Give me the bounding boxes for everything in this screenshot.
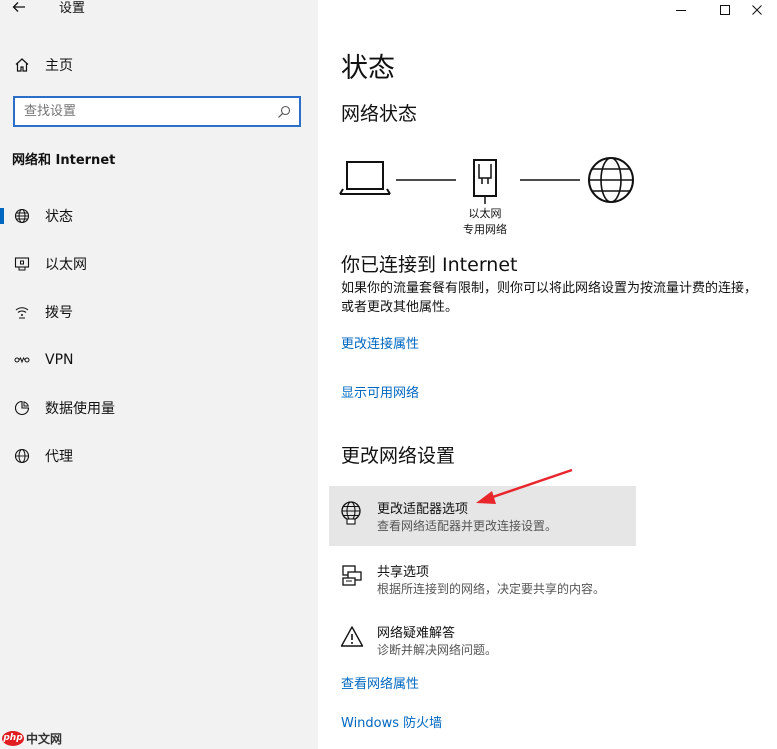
ethernet-port-icon: [473, 159, 497, 204]
adapter-caption-line2: 专用网络: [463, 223, 507, 236]
annotation-arrow-icon: [476, 468, 573, 504]
network-troubleshooter[interactable]: 网络疑难解答 诊断并解决网络问题。: [329, 610, 636, 670]
watermark-badge: php: [2, 731, 24, 746]
sidebar-item-label: 拨号: [45, 305, 73, 321]
option-description: 根据所连接到的网络，决定要共享的内容。: [377, 582, 606, 596]
change-connection-properties-link[interactable]: 更改连接属性: [341, 333, 419, 352]
option-title: 更改适配器选项: [377, 502, 469, 517]
sidebar-item-label: 状态: [45, 209, 73, 225]
windows-firewall-link[interactable]: Windows 防火墙: [341, 712, 442, 731]
sidebar-item-label: 代理: [45, 449, 73, 465]
sidebar-item-data-usage[interactable]: 数据使用量: [0, 392, 318, 424]
page-title: 状态: [341, 53, 395, 84]
main-content: 状态 网络状态 以太网 专用网络 你已连接到 Internet 如果你的流量套餐…: [318, 0, 777, 749]
view-network-properties-link[interactable]: 查看网络属性: [341, 673, 419, 692]
close-button[interactable]: [734, 0, 777, 20]
globe-icon: [13, 207, 31, 225]
vpn-icon: [13, 351, 31, 369]
sidebar-item-dialup[interactable]: 拨号: [0, 296, 318, 328]
connected-description: 如果你的流量套餐有限制，则你可以将此网络设置为按流量计费的连接，或者更改其他属性…: [341, 281, 758, 315]
sidebar-item-label: 数据使用量: [45, 401, 115, 417]
watermark: php 中文网: [2, 729, 84, 748]
minimize-button[interactable]: [658, 0, 704, 20]
sidebar-item-label: VPN: [45, 352, 74, 368]
adapter-globe-icon: [339, 500, 365, 526]
search-input[interactable]: [15, 98, 265, 125]
search-box[interactable]: [13, 96, 301, 127]
change-settings-heading: 更改网络设置: [341, 445, 456, 467]
sidebar-item-label: 以太网: [45, 257, 87, 273]
minimize-icon: [676, 10, 686, 11]
data-usage-icon: [13, 399, 31, 417]
option-title: 网络疑难解答: [377, 626, 456, 641]
dialup-icon: [13, 303, 31, 321]
adapter-caption-line1: 以太网: [468, 207, 502, 220]
home-label: 主页: [45, 58, 73, 74]
sharing-icon: [339, 563, 365, 589]
sidebar-item-ethernet[interactable]: 以太网: [0, 248, 318, 280]
close-icon: [752, 5, 762, 15]
proxy-globe-icon: [13, 447, 31, 465]
show-available-networks-link[interactable]: 显示可用网络: [341, 382, 419, 401]
network-status-heading: 网络状态: [341, 103, 418, 125]
sidebar-item-vpn[interactable]: VPN: [0, 344, 318, 376]
option-description: 诊断并解决网络问题。: [377, 643, 498, 657]
connected-heading: 你已连接到 Internet: [341, 254, 518, 276]
sidebar: 设置 主页 网络和 Internet 状态 以太网 拨号: [0, 0, 318, 749]
sidebar-item-status[interactable]: 状态: [0, 200, 318, 232]
section-title: 网络和 Internet: [12, 153, 116, 168]
search-icon[interactable]: [277, 104, 293, 120]
warning-icon: [339, 624, 365, 650]
internet-globe-icon: [588, 157, 634, 203]
network-diagram: 以太网 专用网络: [338, 150, 648, 240]
home-icon: [13, 56, 31, 74]
title-bar: 设置: [0, 0, 318, 20]
option-title: 共享选项: [377, 565, 430, 580]
sharing-options[interactable]: 共享选项 根据所连接到的网络，决定要共享的内容。: [329, 549, 636, 609]
window-title: 设置: [59, 1, 86, 16]
sidebar-item-proxy[interactable]: 代理: [0, 440, 318, 472]
laptop-icon: [339, 161, 391, 195]
option-description: 查看网络适配器并更改连接设置。: [377, 519, 558, 533]
back-arrow-icon[interactable]: [12, 0, 28, 16]
watermark-text: 中文网: [26, 732, 63, 746]
sidebar-item-home[interactable]: 主页: [0, 49, 318, 81]
maximize-icon: [720, 5, 730, 15]
active-indicator: [0, 208, 4, 224]
ethernet-icon: [13, 255, 31, 273]
